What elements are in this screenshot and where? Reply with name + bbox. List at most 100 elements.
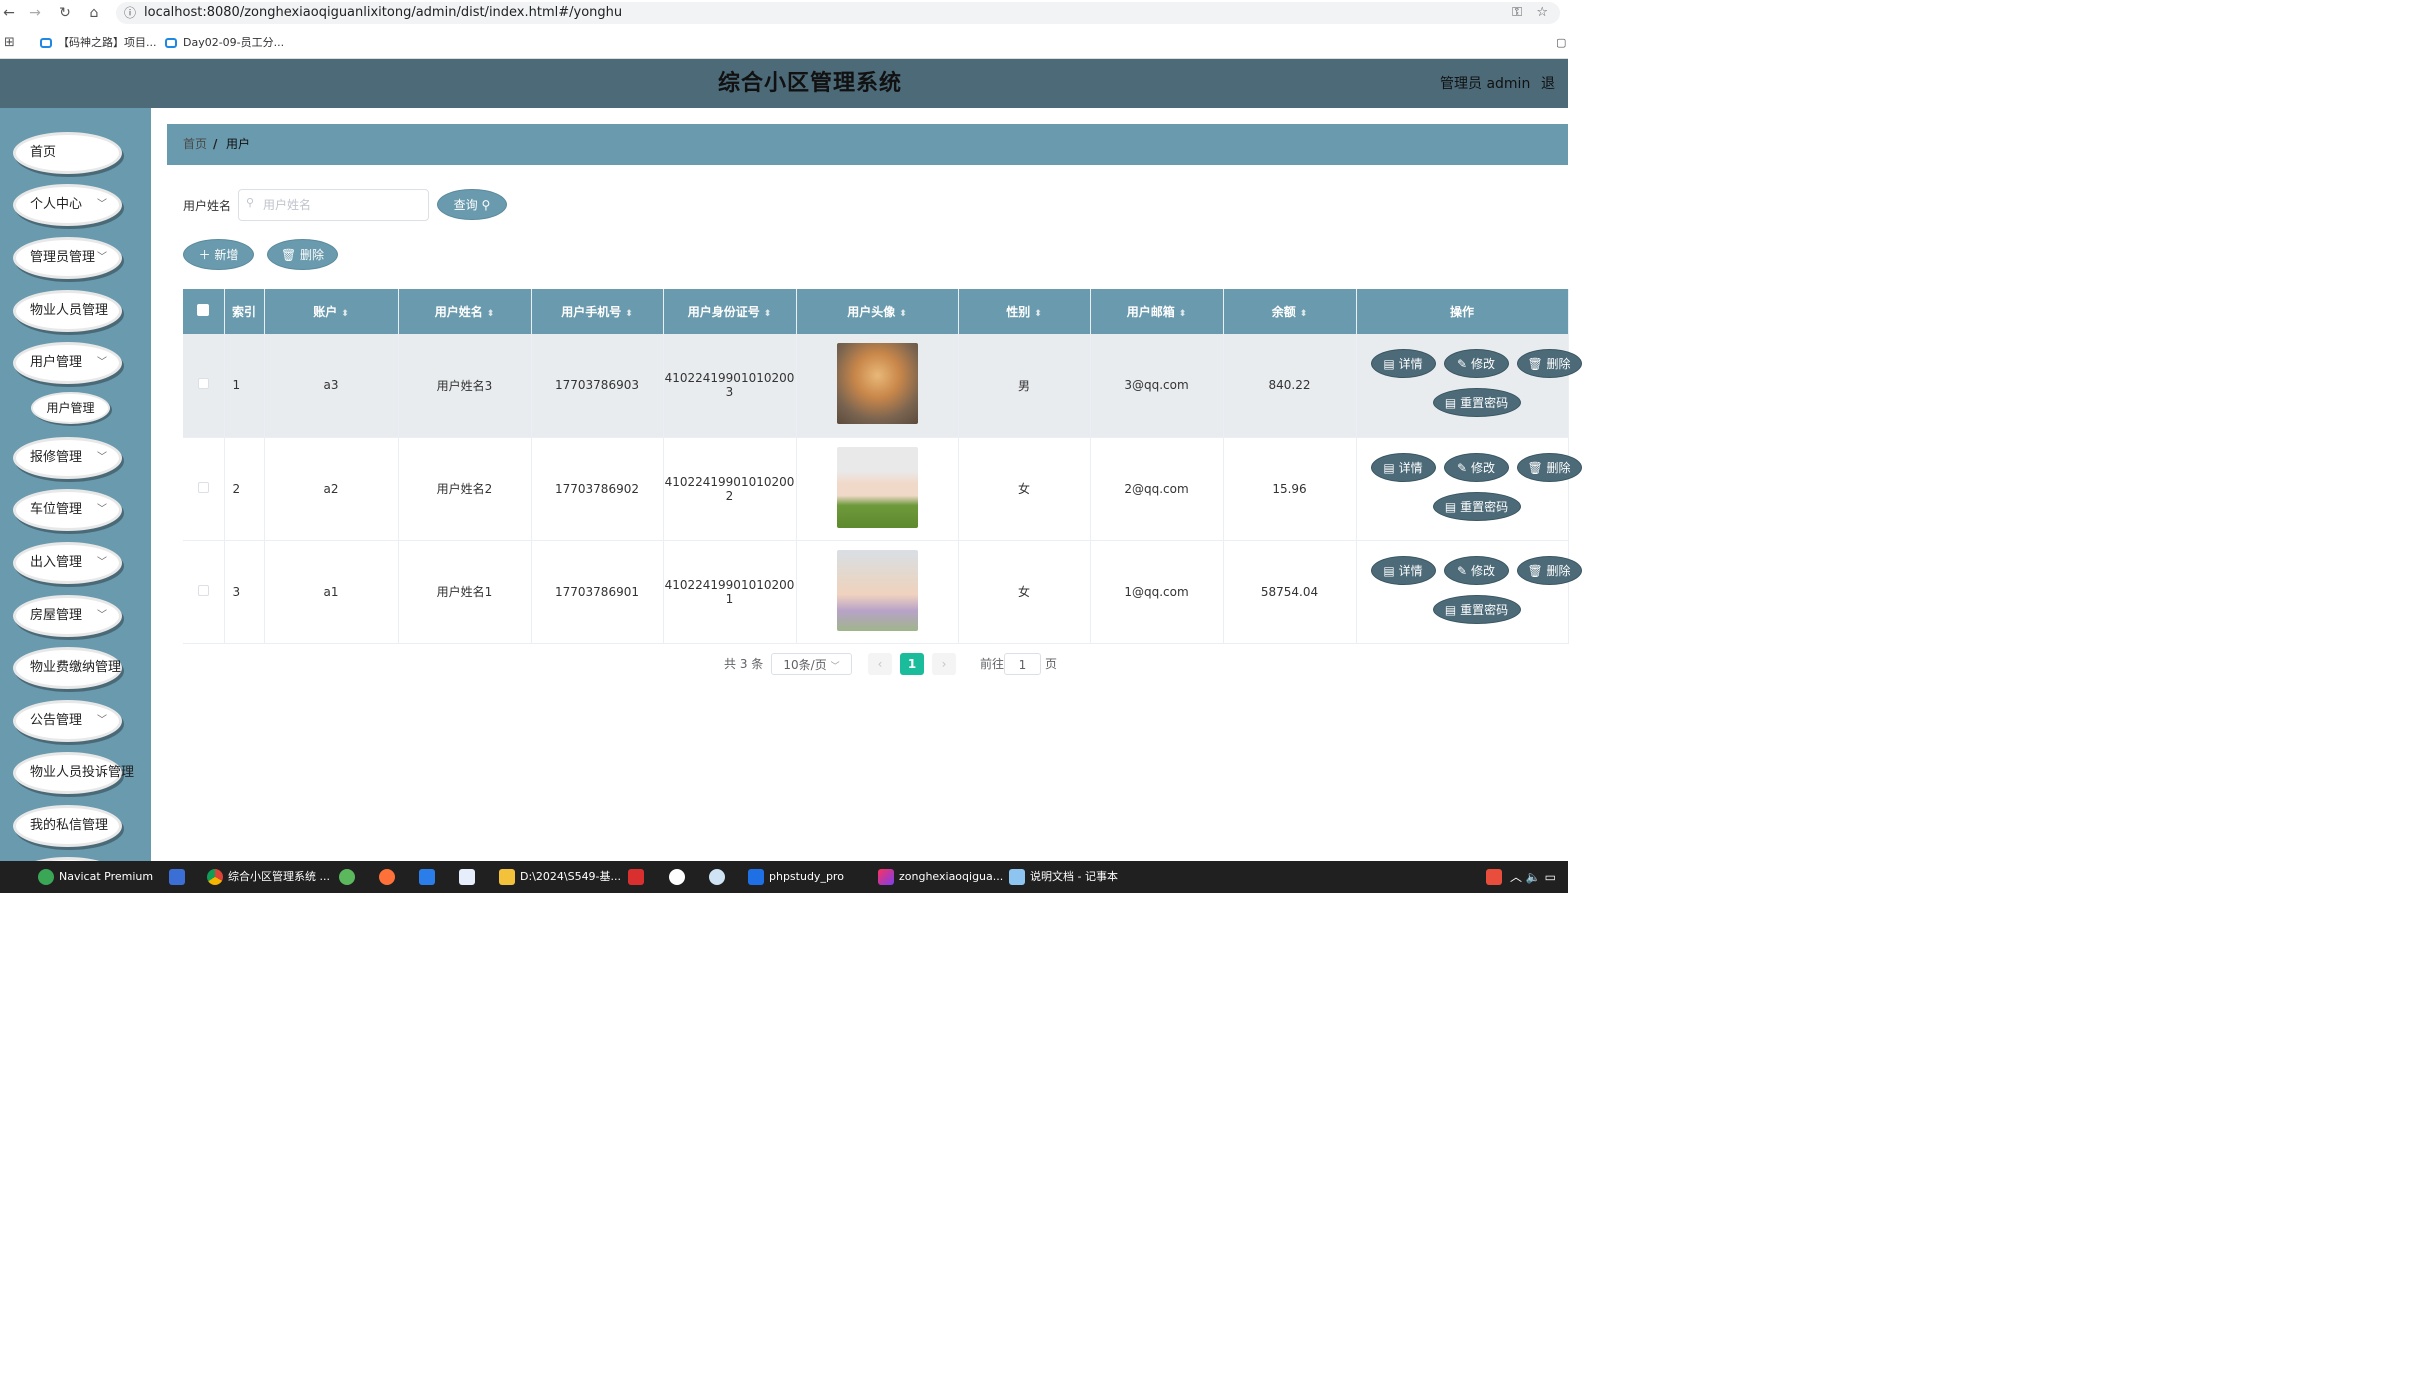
sidebar-item-repair[interactable]: 报修管理 ﹀ bbox=[13, 437, 122, 479]
row-checkbox[interactable] bbox=[183, 334, 225, 438]
chevron-down-icon: ﹀ bbox=[97, 199, 107, 210]
firefox-icon bbox=[379, 869, 395, 885]
column-header[interactable]: 性别 ⬍ bbox=[958, 289, 1091, 334]
sidebar-item-complaints[interactable]: 物业人员投诉管理 bbox=[13, 752, 134, 794]
sort-icon[interactable]: ⬍ bbox=[1300, 309, 1308, 319]
row-checkbox[interactable] bbox=[183, 437, 225, 541]
sort-icon[interactable]: ⬍ bbox=[341, 309, 349, 319]
batch-delete-button[interactable]: 🗑 删除 bbox=[267, 239, 338, 270]
cell-index: 3 bbox=[224, 540, 265, 644]
taskbar-item-app[interactable] bbox=[339, 861, 360, 893]
breadcrumb-home[interactable]: 首页 bbox=[183, 124, 207, 165]
current-user: 管理员 admin bbox=[1440, 76, 1531, 92]
sidebar-item-messages[interactable]: 我的私信管理 bbox=[13, 805, 122, 847]
taskbar-item-shield[interactable] bbox=[169, 861, 190, 893]
column-header[interactable]: 余额 ⬍ bbox=[1223, 289, 1357, 334]
reset-password-button[interactable]: ▤ 重置密码 bbox=[1432, 388, 1521, 417]
sidebar-item-personal-center[interactable]: 个人中心 ﹀ bbox=[13, 184, 122, 226]
chevron-down-icon: ﹀ bbox=[97, 357, 107, 368]
taskbar-item-notepad[interactable]: 说明文档 - 记事本 bbox=[1009, 861, 1118, 893]
chevron-down-icon: ﹀ bbox=[97, 557, 107, 568]
bookmark-star-icon[interactable]: ☆ bbox=[1536, 2, 1548, 24]
column-header[interactable]: 用户手机号 ⬍ bbox=[531, 289, 664, 334]
detail-button[interactable]: ▤ 详情 bbox=[1370, 349, 1436, 378]
taskbar-item-ime[interactable] bbox=[1486, 861, 1507, 893]
row-checkbox[interactable] bbox=[183, 540, 225, 644]
query-button[interactable]: 查询 ⚲ bbox=[437, 189, 507, 220]
avatar-image[interactable] bbox=[836, 549, 918, 631]
reload-icon[interactable]: ↻ bbox=[56, 4, 74, 22]
next-page-button[interactable]: › bbox=[932, 653, 956, 675]
breadcrumb-current: 用户 bbox=[226, 137, 251, 151]
site-info-icon[interactable]: ⓘ bbox=[124, 2, 136, 24]
address-bar[interactable]: ⓘ localhost:8080/zonghexiaoqiguanlixiton… bbox=[116, 2, 1560, 24]
bilibili-icon bbox=[40, 38, 52, 48]
select-all-checkbox[interactable] bbox=[183, 289, 225, 334]
sort-icon[interactable]: ⬍ bbox=[1179, 309, 1187, 319]
display-icon: ▭ bbox=[1544, 870, 1556, 884]
taskbar-item-firefox[interactable] bbox=[379, 861, 400, 893]
sidebar-item-property-staff[interactable]: 物业人员管理 bbox=[13, 290, 122, 332]
search-label: 用户姓名 bbox=[183, 199, 232, 213]
taskbar-item-qq[interactable] bbox=[669, 861, 690, 893]
bookmark-item[interactable]: Day02-09-员工分... bbox=[165, 34, 284, 52]
column-header[interactable]: 用户头像 ⬍ bbox=[796, 289, 959, 334]
password-key-icon[interactable]: ⚿ bbox=[1512, 2, 1522, 24]
column-header[interactable]: 账户 ⬍ bbox=[264, 289, 399, 334]
page-size-select[interactable]: 10条/页 ﹀ bbox=[771, 653, 852, 675]
delete-button[interactable]: 🗑 删除 bbox=[1516, 452, 1582, 482]
taskbar-item-navicat[interactable]: Navicat Premium bbox=[38, 861, 153, 893]
sidebar-item-home[interactable]: 首页 bbox=[13, 132, 122, 174]
detail-button[interactable]: ▤ 详情 bbox=[1370, 452, 1436, 482]
column-header[interactable]: 用户身份证号 ⬍ bbox=[663, 289, 797, 334]
edit-button[interactable]: ✎ 修改 bbox=[1443, 452, 1509, 482]
taskbar-item-phpstudy[interactable]: phpstudy_pro bbox=[748, 861, 844, 893]
prev-page-button[interactable]: ‹ bbox=[868, 653, 892, 675]
search-input[interactable] bbox=[238, 189, 429, 221]
taskbar-item-app[interactable] bbox=[459, 861, 480, 893]
bookmarks-folder-icon[interactable]: ▢ bbox=[1556, 34, 1566, 52]
reset-password-button[interactable]: ▤ 重置密码 bbox=[1432, 594, 1521, 624]
taskbar-item-app[interactable] bbox=[419, 861, 440, 893]
add-button[interactable]: ＋ 新增 bbox=[183, 239, 254, 270]
sidebar-item-parking[interactable]: 车位管理 ﹀ bbox=[13, 489, 122, 531]
taskbar-item-wps[interactable] bbox=[628, 861, 649, 893]
system-tray[interactable]: ︿ 🔈 ▭ bbox=[1510, 861, 1556, 893]
sort-icon[interactable]: ⬍ bbox=[487, 309, 495, 319]
taskbar-item-explorer[interactable]: D:\2024\S549-基... bbox=[499, 861, 621, 893]
goto-page-input[interactable]: 1 bbox=[1004, 653, 1041, 675]
delete-button[interactable]: 🗑 删除 bbox=[1516, 349, 1582, 378]
forward-icon[interactable]: → bbox=[26, 4, 44, 22]
apps-grid-icon[interactable]: ⊞ bbox=[4, 34, 15, 52]
detail-button[interactable]: ▤ 详情 bbox=[1370, 555, 1436, 585]
sidebar-item-access[interactable]: 出入管理 ﹀ bbox=[13, 542, 122, 584]
sort-icon[interactable]: ⬍ bbox=[764, 309, 772, 319]
back-icon[interactable]: ← bbox=[0, 4, 18, 22]
cell-phone: 17703786902 bbox=[531, 437, 664, 541]
sidebar-item-notice[interactable]: 公告管理 ﹀ bbox=[13, 700, 122, 742]
taskbar-item-chrome[interactable]: 综合小区管理系统 ... bbox=[207, 861, 330, 893]
delete-button[interactable]: 🗑 删除 bbox=[1516, 555, 1582, 585]
taskbar-item-idea[interactable]: zonghexiaoqigua... bbox=[878, 861, 1003, 893]
bookmark-item[interactable]: 【码神之路】项目... bbox=[40, 34, 157, 52]
cell-avatar bbox=[796, 437, 959, 541]
app-icon bbox=[339, 869, 355, 885]
home-icon[interactable]: ⌂ bbox=[85, 4, 103, 22]
page-number[interactable]: 1 bbox=[900, 653, 924, 675]
edit-button[interactable]: ✎ 修改 bbox=[1443, 555, 1509, 585]
column-header[interactable]: 用户邮箱 ⬍ bbox=[1090, 289, 1224, 334]
sidebar-item-housing[interactable]: 房屋管理 ﹀ bbox=[13, 595, 122, 637]
cell-phone: 17703786903 bbox=[531, 334, 664, 438]
edit-button[interactable]: ✎ 修改 bbox=[1443, 349, 1509, 378]
avatar-image[interactable] bbox=[836, 446, 918, 528]
sort-icon[interactable]: ⬍ bbox=[625, 309, 633, 319]
sort-icon[interactable]: ⬍ bbox=[1034, 309, 1042, 319]
sidebar-item-user-management[interactable]: 用户管理 ﹀ bbox=[13, 342, 122, 384]
column-header[interactable]: 用户姓名 ⬍ bbox=[398, 289, 532, 334]
reset-password-button[interactable]: ▤ 重置密码 bbox=[1432, 491, 1521, 521]
sidebar-subitem-user-management[interactable]: 用户管理 bbox=[31, 392, 110, 424]
sort-icon[interactable]: ⬍ bbox=[899, 309, 907, 319]
sidebar-item-admin-management[interactable]: 管理员管理 ﹀ bbox=[13, 237, 122, 279]
avatar-image[interactable] bbox=[836, 343, 918, 425]
taskbar-item-app[interactable] bbox=[709, 861, 730, 893]
